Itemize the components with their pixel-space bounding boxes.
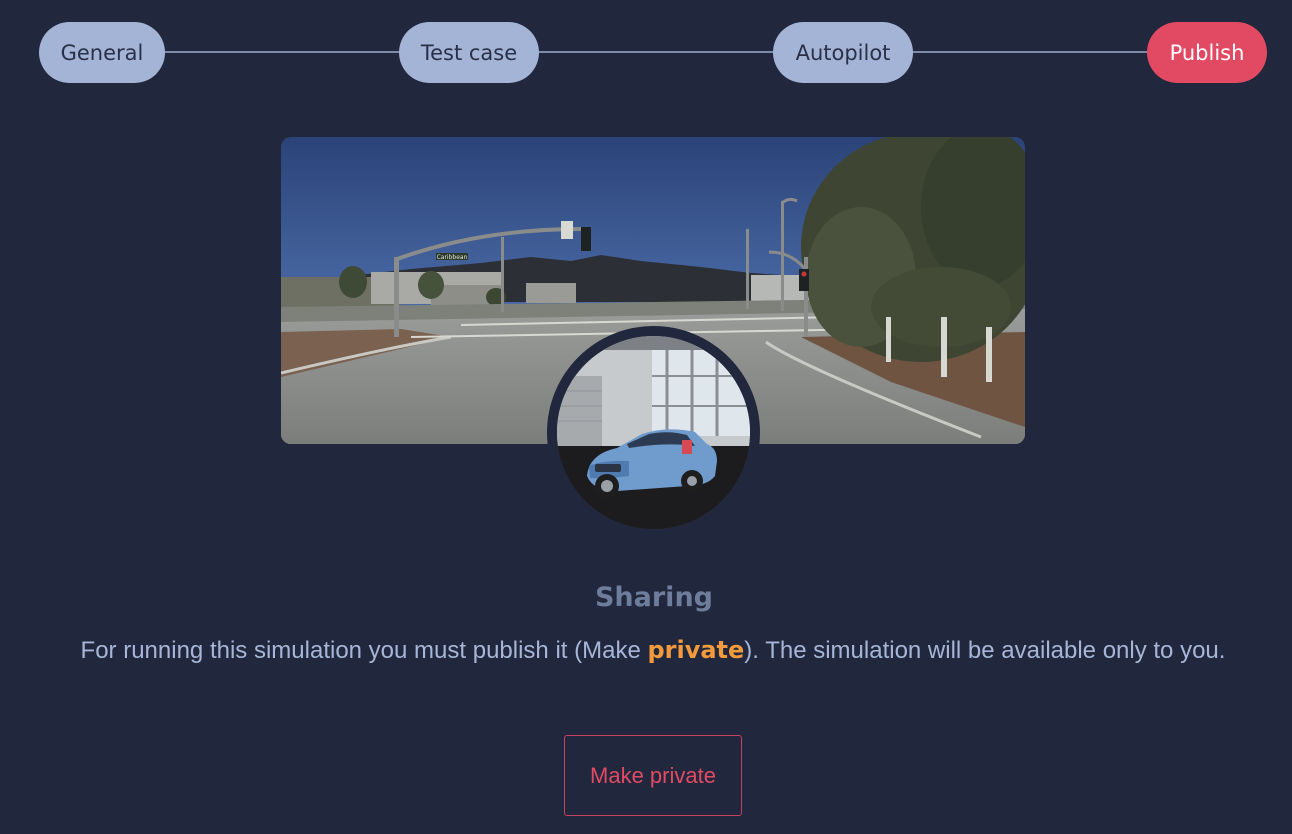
description-text-before: For running this simulation you must pub… — [80, 637, 648, 664]
description-accent: private — [647, 636, 745, 664]
step-test-case[interactable]: Test case — [399, 22, 539, 83]
make-private-button[interactable]: Make private — [564, 735, 742, 816]
step-autopilot[interactable]: Autopilot — [773, 22, 913, 83]
publish-page: General Test case Autopilot Publish Cari… — [0, 0, 1292, 834]
vehicle-avatar-image — [557, 336, 750, 529]
stepper-connector — [908, 51, 1154, 53]
stepper-connector — [535, 51, 781, 53]
step-publish[interactable]: Publish — [1147, 22, 1267, 83]
sharing-heading: Sharing — [594, 582, 713, 613]
step-general[interactable]: General — [39, 22, 165, 83]
description-text-after: ). The simulation will be available only… — [744, 637, 1226, 664]
sharing-description: For running this simulation you must pub… — [0, 636, 1292, 665]
street-sign-text: Caribbean — [437, 254, 468, 261]
stepper-connector — [160, 51, 406, 53]
